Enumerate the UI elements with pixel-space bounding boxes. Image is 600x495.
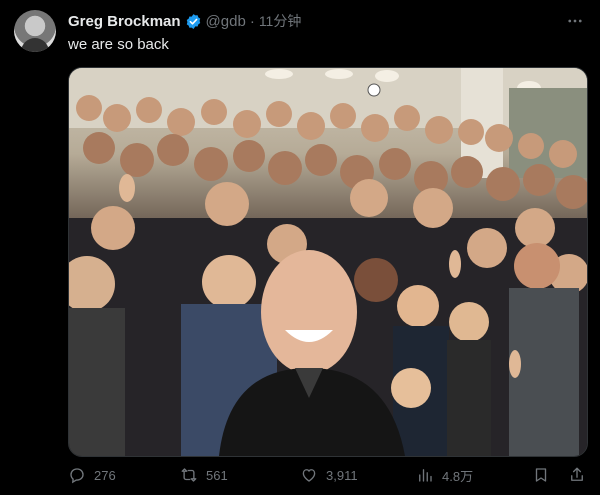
retweet-count: 561 bbox=[206, 467, 228, 483]
more-icon[interactable] bbox=[566, 12, 584, 34]
tweet-photo[interactable] bbox=[68, 67, 588, 457]
tweet-text: we are so back bbox=[68, 36, 169, 53]
retweet-button[interactable]: 561 bbox=[180, 463, 228, 487]
verified-badge-icon bbox=[186, 13, 200, 29]
view-count: 4.8万 bbox=[442, 468, 474, 484]
share-icon bbox=[571, 467, 583, 481]
tweet-header: Greg Brockman @gdb · 11分钟 bbox=[68, 10, 301, 32]
author-name[interactable]: Greg Brockman bbox=[68, 13, 181, 30]
views-icon bbox=[419, 469, 432, 482]
action-bar: 276 561 3,911 4.8万 bbox=[68, 463, 586, 487]
reply-count: 276 bbox=[94, 467, 116, 483]
avatar[interactable] bbox=[14, 10, 56, 52]
views-button[interactable]: 4.8万 bbox=[416, 463, 473, 487]
timestamp[interactable]: 11分钟 bbox=[259, 11, 302, 31]
group-selfie-image bbox=[69, 68, 587, 456]
author-handle[interactable]: @gdb bbox=[206, 13, 246, 30]
bookmark-button[interactable] bbox=[532, 463, 550, 487]
separator: · bbox=[249, 12, 255, 30]
avatar-image bbox=[21, 38, 49, 52]
reply-icon bbox=[70, 468, 84, 484]
tweet: Greg Brockman @gdb · 11分钟 we are so back bbox=[0, 0, 600, 495]
share-button[interactable] bbox=[568, 463, 586, 487]
bookmark-icon bbox=[535, 468, 547, 482]
heart-icon bbox=[302, 469, 316, 482]
like-button[interactable]: 3,911 bbox=[300, 463, 358, 487]
retweet-icon bbox=[181, 468, 197, 482]
reply-button[interactable]: 276 bbox=[68, 463, 116, 487]
like-count: 3,911 bbox=[326, 467, 358, 483]
